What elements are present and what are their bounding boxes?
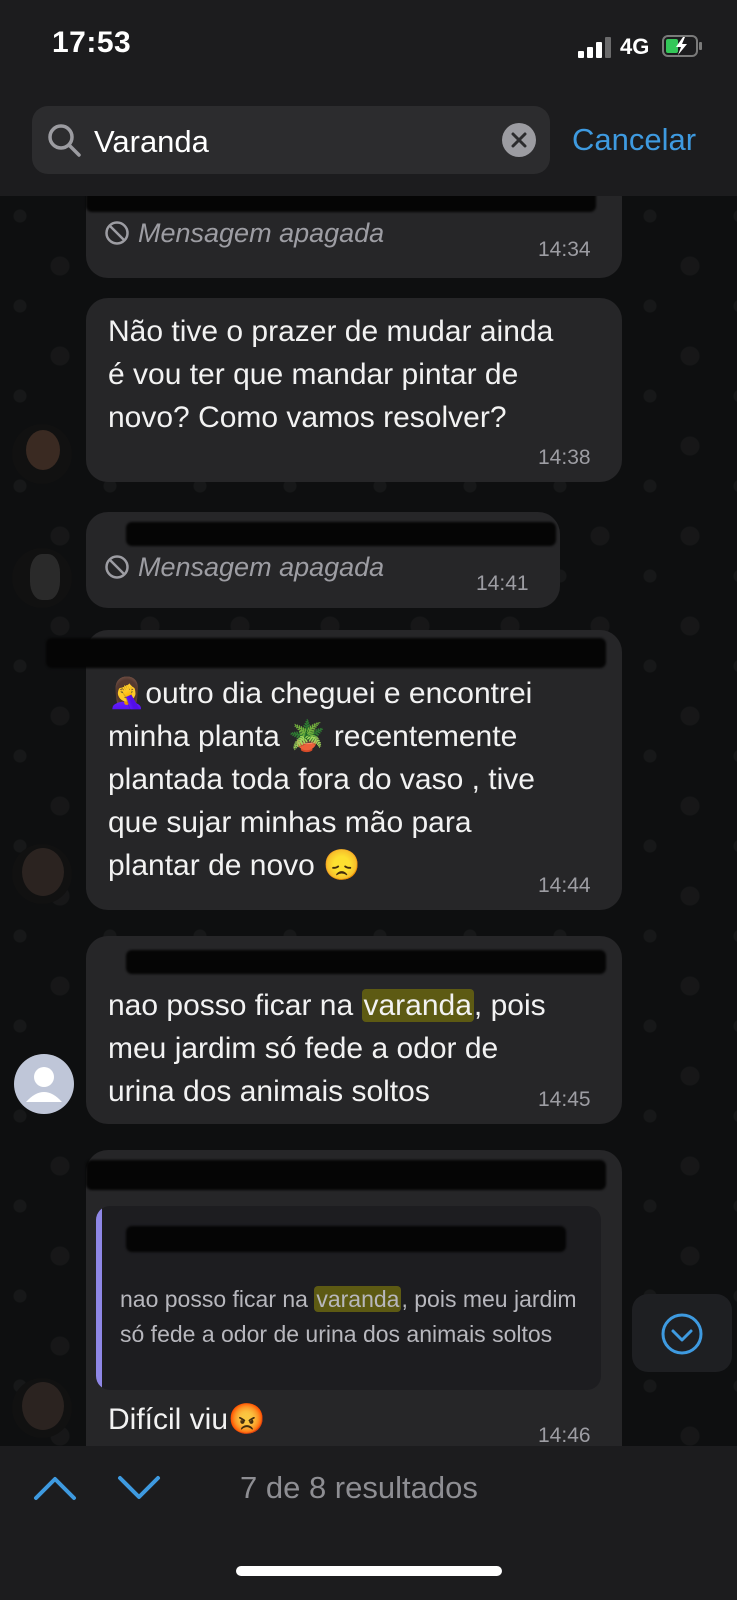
scroll-down-button[interactable] xyxy=(632,1294,732,1372)
search-bar: Varanda Cancelar xyxy=(0,96,737,196)
message-time: 14:38 xyxy=(538,446,591,469)
home-indicator[interactable] xyxy=(236,1566,502,1576)
quote-text: nao posso ficar na varanda, pois meu jar… xyxy=(120,1286,577,1347)
deleted-icon xyxy=(105,555,129,579)
redacted-sender xyxy=(126,950,606,974)
search-highlight: varanda xyxy=(361,989,474,1022)
redacted-sender xyxy=(86,1160,606,1190)
message-bubble[interactable]: nao posso ficar na varanda, pois meu jar… xyxy=(86,936,622,1124)
redacted-sender xyxy=(46,638,606,668)
message-time: 14:41 xyxy=(476,572,529,595)
plant-emoji: 🪴 xyxy=(288,720,326,753)
message-deleted[interactable]: Mensagem apagada 14:34 xyxy=(86,196,622,278)
search-query[interactable]: Varanda xyxy=(94,124,209,160)
chevron-down-icon[interactable] xyxy=(114,1470,164,1504)
message-text: 🤦‍♀️outro dia cheguei e encontrei minha … xyxy=(108,677,535,882)
results-count: 7 de 8 resultados xyxy=(240,1470,478,1505)
default-avatar-icon xyxy=(26,1067,62,1102)
search-icon xyxy=(48,124,81,157)
avatar[interactable] xyxy=(12,548,72,608)
chevron-up-icon[interactable] xyxy=(30,1470,80,1504)
scroll-down-icon xyxy=(661,1313,703,1355)
redacted-sender xyxy=(126,522,556,546)
message-bubble[interactable]: nao posso ficar na varanda, pois meu jar… xyxy=(86,1150,622,1446)
facepalm-emoji: 🤦‍♀️ xyxy=(108,677,146,710)
message-deleted[interactable]: Mensagem apagada 14:41 xyxy=(86,512,560,608)
cancel-button[interactable]: Cancelar xyxy=(572,122,696,158)
status-bar: 17:53 4G xyxy=(0,0,737,96)
message-text: Difícil viu😡 xyxy=(108,1403,266,1436)
deleted-label: Mensagem apagada xyxy=(138,552,385,582)
battery-icon xyxy=(662,35,702,57)
sad-emoji: 😞 xyxy=(323,849,361,882)
clear-search-button[interactable] xyxy=(502,123,536,157)
message-text: nao posso ficar na varanda, pois meu jar… xyxy=(108,989,546,1108)
search-results-bar: 7 de 8 resultados xyxy=(0,1446,737,1600)
message-bubble[interactable]: Não tive o prazer de mudar ainda é vou t… xyxy=(86,298,622,482)
message-time: 14:46 xyxy=(538,1424,591,1446)
deleted-label: Mensagem apagada xyxy=(138,218,385,248)
deleted-icon xyxy=(105,221,129,245)
clear-icon xyxy=(511,132,527,148)
avatar[interactable] xyxy=(14,1054,74,1114)
redacted-quote-sender xyxy=(126,1226,566,1252)
search-highlight: varanda xyxy=(314,1286,402,1312)
message-text: Não tive o prazer de mudar ainda é vou t… xyxy=(108,315,554,434)
signal-icon xyxy=(578,36,614,58)
avatar[interactable] xyxy=(12,844,72,904)
search-input[interactable]: Varanda xyxy=(32,106,550,174)
status-time: 17:53 xyxy=(52,26,132,59)
avatar[interactable] xyxy=(12,424,72,484)
quoted-message[interactable]: nao posso ficar na varanda, pois meu jar… xyxy=(96,1206,601,1390)
angry-emoji: 😡 xyxy=(228,1403,266,1436)
chat-area[interactable]: Mensagem apagada 14:34 Não tive o prazer… xyxy=(0,196,737,1446)
message-time: 14:45 xyxy=(538,1088,591,1111)
avatar[interactable] xyxy=(12,1378,72,1438)
message-bubble[interactable]: 🤦‍♀️outro dia cheguei e encontrei minha … xyxy=(46,630,622,910)
message-time: 14:34 xyxy=(538,238,591,261)
network-label: 4G xyxy=(620,34,650,59)
quote-bar xyxy=(96,1206,102,1390)
message-time: 14:44 xyxy=(538,874,591,897)
redacted-sender xyxy=(86,196,596,212)
